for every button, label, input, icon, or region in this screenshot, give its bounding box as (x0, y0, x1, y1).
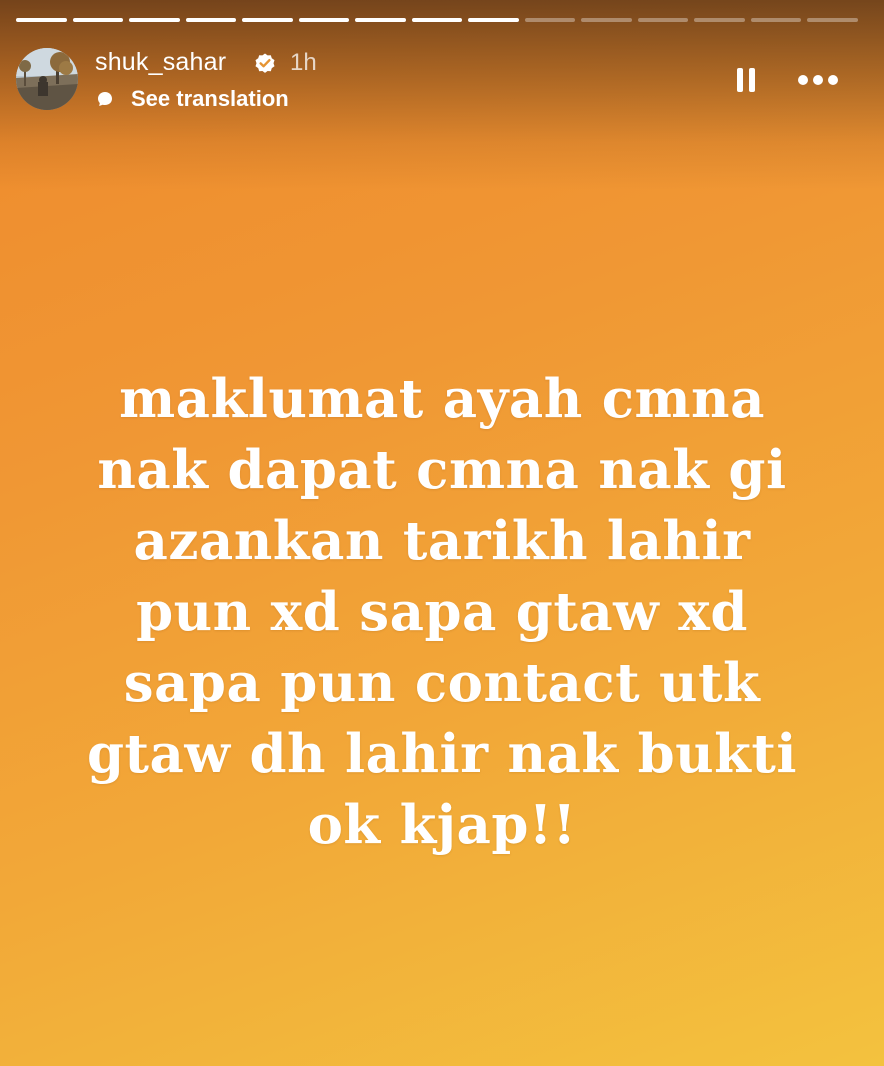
profile-avatar[interactable] (16, 48, 78, 110)
story-text-line: nak dapat cmna nak gi (97, 439, 787, 501)
progress-segment (807, 18, 858, 22)
progress-segment (355, 18, 406, 22)
progress-segment (72, 18, 124, 22)
progress-segment (16, 18, 67, 22)
story-progress-bar (16, 18, 858, 23)
story-text-line: pun xd sapa gtaw xd (136, 581, 748, 643)
see-translation-label: See translation (131, 86, 289, 111)
progress-segment (637, 18, 689, 22)
story-text-line: maklumat ayah cmna (119, 368, 765, 430)
story-text-line: gtaw dh lahir nak bukti (87, 723, 797, 785)
speech-bubble-icon (98, 92, 112, 106)
post-time: 1h (290, 49, 317, 76)
pause-icon[interactable] (734, 64, 758, 96)
progress-segment (524, 18, 576, 22)
see-translation-link[interactable]: See translation (97, 86, 289, 112)
more-options-icon[interactable] (794, 66, 842, 94)
username[interactable]: shuk_sahar (95, 48, 226, 77)
story-viewer[interactable]: shuk_sahar 1h See translation maklumat a… (0, 0, 884, 1066)
progress-segment (581, 18, 632, 22)
progress-segment (185, 18, 237, 22)
story-text-line: azankan tarikh lahir (133, 510, 751, 572)
progress-segment (468, 18, 519, 22)
verified-badge-icon (255, 53, 275, 73)
story-text-line: sapa pun contact utk (123, 652, 761, 714)
progress-segment (411, 18, 463, 22)
avatar-photo (16, 48, 78, 110)
progress-segment (750, 18, 802, 22)
story-header: shuk_sahar 1h See translation (16, 46, 868, 114)
progress-segment (694, 18, 745, 22)
progress-segment (129, 18, 180, 22)
progress-segment (298, 18, 350, 22)
story-text-line: ok kjap!! (307, 794, 577, 856)
story-text-block: maklumat ayah cmna nak dapat cmna nak gi… (30, 364, 854, 861)
progress-segment (242, 18, 293, 22)
